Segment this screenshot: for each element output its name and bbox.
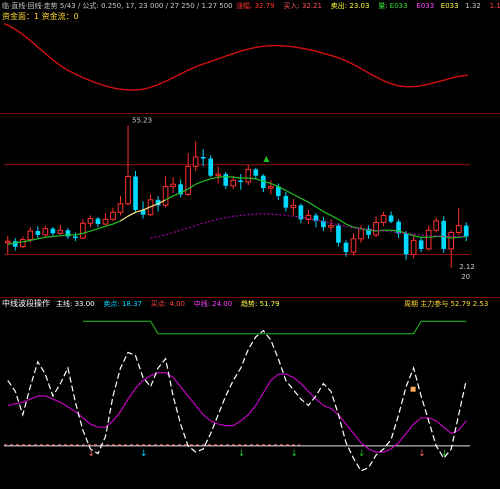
signal-arrow: ▲ [263, 154, 270, 163]
ma-segment-41 [308, 201, 317, 208]
signal-marker-5: ↓ [418, 449, 426, 459]
ma-segment-40 [300, 197, 309, 203]
candle-body-27 [208, 158, 214, 176]
candle-body-5 [42, 228, 49, 236]
ma-segment-45 [338, 218, 347, 225]
candle-body-46 [350, 238, 357, 253]
candle-body-29 [223, 174, 229, 186]
candle-body-53 [403, 233, 409, 255]
candle-body-16 [125, 175, 131, 205]
candle-body-49 [373, 221, 379, 236]
oscillator-panel: ↓ ↓ ↓ ↓ ↓ ↓ ↓ [4, 320, 470, 472]
magenta-line [7, 372, 467, 453]
ma-segment-29 [218, 175, 226, 178]
ma-segment-55 [413, 235, 422, 238]
ma-segment-43 [323, 211, 332, 216]
ma-segment-60 [451, 236, 459, 239]
ma-segment-44 [330, 214, 339, 220]
candle-body-59 [448, 232, 455, 250]
green-line [82, 320, 467, 335]
candle-body-21 [162, 186, 169, 206]
signal-marker-0: ↓ [87, 449, 95, 459]
candle-body-12 [95, 218, 101, 225]
extra-label: 20 [461, 273, 470, 281]
ma-segment-28 [210, 176, 219, 180]
candle-body-43 [328, 225, 334, 228]
ma-segment-38 [285, 189, 294, 195]
price-panel: 55.23 2.12 20 ▲ [4, 117, 475, 281]
high-price-label: 55.23 [132, 117, 152, 125]
ma-segment-33 [248, 177, 256, 180]
candle-body-61 [463, 225, 469, 237]
candle-body-30 [230, 179, 237, 187]
candle-body-44 [336, 225, 341, 243]
ma-segment-5 [37, 236, 46, 240]
ma-segment-13 [97, 225, 106, 230]
low-price-label: 2.12 [459, 263, 475, 271]
candle-body-14 [110, 211, 116, 220]
signal-marker-1: ↓ [140, 449, 148, 459]
candle-body-11 [87, 218, 94, 224]
candle-body-57 [433, 220, 440, 231]
candle-body-10 [80, 222, 86, 239]
wave-line [3, 23, 469, 91]
ma-segment-42 [315, 206, 324, 213]
candle-body-0 [4, 240, 11, 244]
candle-body-6 [50, 228, 56, 234]
ma-segment-26 [195, 180, 204, 185]
candle-body-35 [267, 186, 274, 189]
candle-body-22 [170, 183, 176, 188]
ma-segment-12 [90, 228, 99, 232]
ma-segment-15 [112, 220, 121, 225]
candle-body-51 [388, 215, 394, 222]
wave-panel [3, 23, 469, 91]
candle-body-31 [238, 180, 244, 182]
candle-body-45 [343, 242, 349, 253]
candle-body-50 [380, 214, 387, 223]
stock-chart: 55.23 2.12 20 ▲ ↓ ↓ ↓ ↓ ↓ ↓ ↓ [3, 23, 475, 472]
ma-segment-31 [233, 176, 241, 179]
signal-marker-4: ↓ [358, 449, 366, 459]
candle-body-32 [245, 168, 252, 183]
ma-segment-16 [120, 215, 129, 222]
candle-body-2 [19, 239, 26, 248]
candle-body-58 [441, 220, 447, 249]
buy-flag [410, 386, 416, 392]
candle-body-17 [133, 176, 138, 210]
ma-segment-2 [15, 241, 23, 244]
candle-body-38 [290, 204, 297, 209]
candle-body-60 [455, 225, 462, 234]
candle-body-25 [192, 156, 199, 167]
signal-marker-2: ↓ [238, 449, 246, 459]
signal-marker-6: ↓ [441, 449, 449, 459]
candle-body-28 [215, 173, 222, 177]
candle-body-4 [35, 231, 41, 235]
ma-segment-8 [60, 234, 68, 237]
candle-body-37 [283, 195, 289, 208]
ma-segment-57 [428, 235, 437, 238]
candle-body-13 [102, 218, 109, 225]
candle-body-3 [27, 230, 34, 241]
signal-marker-3: ↓ [290, 449, 298, 459]
ma-segment-6 [45, 235, 53, 238]
candle-body-33 [253, 169, 259, 176]
candle-body-54 [410, 239, 417, 255]
candle-body-15 [117, 203, 124, 213]
candle-body-7 [57, 229, 64, 234]
ma-segment-52 [391, 229, 399, 232]
ma-segment-7 [52, 235, 61, 238]
candle-body-55 [418, 240, 424, 249]
candle-body-56 [425, 229, 432, 250]
ma-segment-17 [127, 211, 136, 217]
ma-segment-30 [225, 175, 234, 178]
candle-body-9 [73, 236, 78, 239]
ma-segment-27 [202, 178, 211, 182]
candle-body-26 [200, 156, 206, 159]
ma-segment-39 [293, 193, 302, 199]
candle-body-47 [358, 228, 364, 240]
